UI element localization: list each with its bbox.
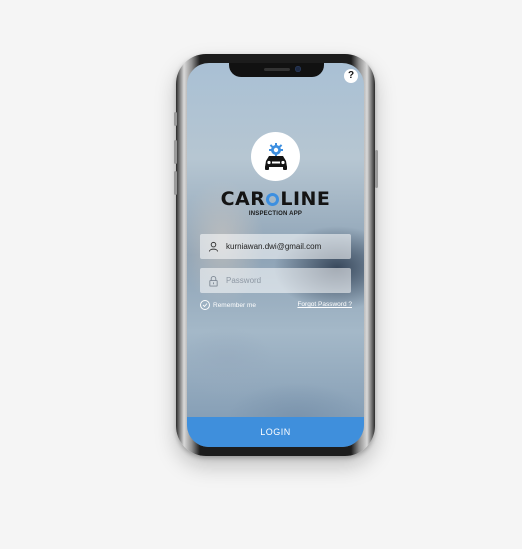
email-field[interactable]: kurniawan.dwi@gmail.com — [200, 234, 351, 259]
speaker-grille — [264, 68, 290, 71]
phone-screen: ? CAR LINE INSPECTION APP kurniawan.dwi@… — [187, 63, 364, 447]
car-gear-icon — [264, 142, 287, 170]
brand-o-ring — [266, 193, 280, 206]
front-camera — [295, 66, 301, 72]
email-value: kurniawan.dwi@gmail.com — [226, 242, 322, 251]
help-button[interactable]: ? — [344, 69, 358, 83]
password-field[interactable]: Password — [200, 268, 351, 293]
brand-name-suffix: LINE — [280, 188, 331, 210]
mute-switch — [174, 112, 177, 126]
power-button — [375, 150, 378, 188]
app-logo — [251, 132, 300, 181]
notch — [229, 63, 324, 77]
lock-icon — [200, 275, 226, 287]
remember-me-label: Remember me — [213, 301, 256, 309]
user-icon — [200, 241, 226, 252]
page-background: ? CAR LINE INSPECTION APP kurniawan.dwi@… — [0, 0, 522, 549]
checkmark-icon — [200, 300, 210, 310]
brand-subtitle: INSPECTION APP — [248, 211, 303, 217]
volume-down-button — [174, 171, 177, 195]
password-placeholder: Password — [226, 276, 262, 285]
remember-me-checkbox[interactable]: Remember me — [200, 300, 256, 310]
login-button[interactable]: LOGIN — [187, 417, 364, 447]
forgot-password-link[interactable]: Forgot Password ? — [297, 301, 352, 308]
volume-up-button — [174, 140, 177, 164]
brand-name: CAR LINE — [187, 188, 364, 210]
brand-name-prefix: CAR — [220, 188, 266, 210]
